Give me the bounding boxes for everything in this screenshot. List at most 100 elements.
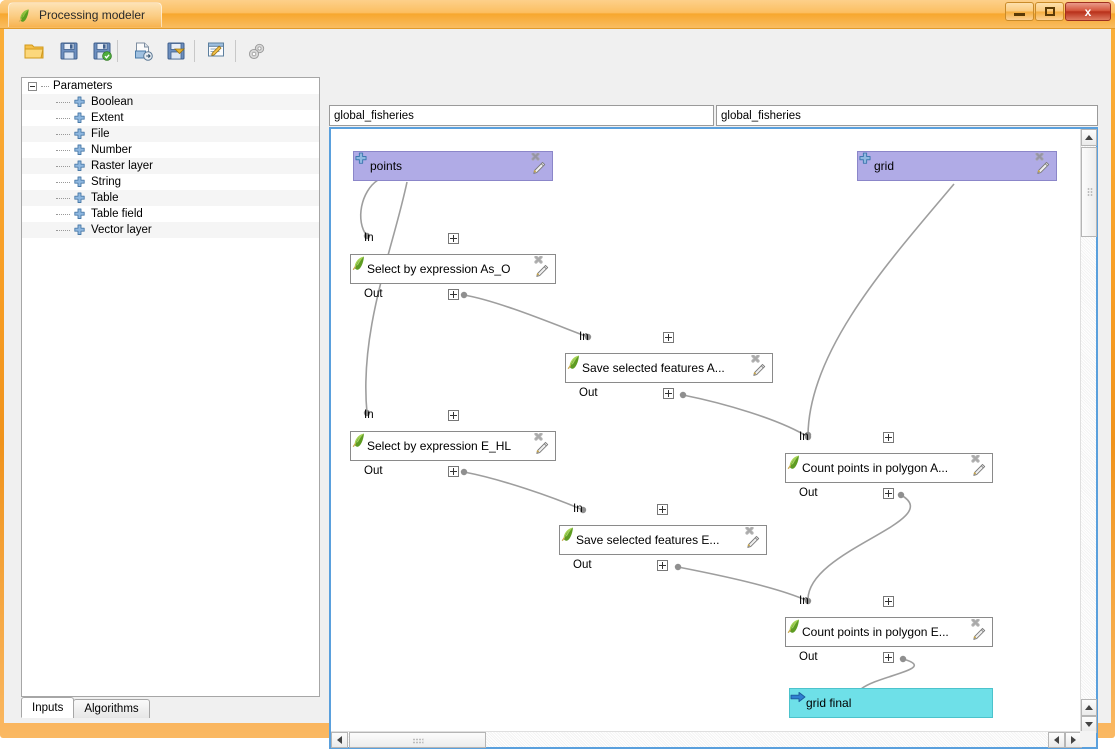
- tree-item-label: Number: [91, 144, 132, 156]
- node-out-expand-box[interactable]: [657, 560, 668, 571]
- client-area: Parameters Boolean Extent File Number Raster …: [4, 29, 1111, 749]
- vertical-scroll-thumb[interactable]: [1081, 147, 1097, 237]
- tab-algorithms[interactable]: Algorithms: [73, 699, 150, 718]
- node-label: Count points in polygon E...: [802, 625, 949, 639]
- node-action-icons[interactable]: [743, 527, 763, 554]
- scroll-grip-h: [412, 738, 423, 744]
- model-group-input[interactable]: global_fisheries: [716, 105, 1098, 126]
- run-model-button[interactable]: [242, 36, 272, 66]
- chevron-down-icon: [1085, 722, 1093, 727]
- node-in-expand-box[interactable]: [448, 233, 459, 244]
- minimize-button[interactable]: [1005, 2, 1034, 21]
- model-name-value: global_fisheries: [334, 109, 414, 122]
- connector-0: [359, 179, 379, 237]
- open-model-button[interactable]: [19, 36, 49, 66]
- tree-item-number[interactable]: Number: [22, 142, 319, 158]
- close-icon: x: [1084, 4, 1092, 19]
- export-script-icon: [167, 42, 185, 60]
- node-label: points: [370, 159, 403, 173]
- toolbar: [4, 29, 1111, 74]
- canvas-node-save-selected-a[interactable]: Save selected features A...: [565, 353, 773, 383]
- export-image-button[interactable]: [128, 36, 158, 66]
- tree-item-label: File: [91, 128, 110, 140]
- canvas-node-grid-final[interactable]: grid final: [789, 688, 993, 718]
- node-in-expand-box[interactable]: [883, 432, 894, 443]
- inputs-tree-panel[interactable]: Parameters Boolean Extent File Number Raster …: [21, 77, 320, 697]
- connector-endpoint: [674, 563, 682, 571]
- scroll-grip: [1087, 187, 1093, 197]
- chevron-right-icon: [1071, 736, 1076, 744]
- canvas-vertical-scrollbar[interactable]: [1080, 129, 1097, 733]
- connector-endpoint: [460, 291, 468, 299]
- tree-item-raster-layer[interactable]: Raster layer: [22, 158, 319, 174]
- canvas-node-grid[interactable]: grid: [857, 151, 1057, 181]
- chevron-up-icon: [1085, 135, 1093, 140]
- canvas-node-count-points-e[interactable]: Count points in polygon E...: [785, 617, 993, 647]
- node-out-expand-box[interactable]: [448, 466, 459, 477]
- node-out-label: Out: [799, 487, 818, 499]
- tab-inputs[interactable]: Inputs: [21, 697, 75, 718]
- tree-root-parameters[interactable]: Parameters: [22, 78, 319, 94]
- tree-guide-line: [56, 197, 70, 199]
- node-label: grid final: [806, 696, 852, 710]
- scroll-left-button-2[interactable]: [1048, 732, 1065, 748]
- node-out-expand-box[interactable]: [883, 652, 894, 663]
- tree-item-vector-layer[interactable]: Vector layer: [22, 222, 319, 238]
- tree-item-string[interactable]: String: [22, 174, 319, 190]
- tree-expander-icon[interactable]: [28, 81, 37, 91]
- node-in-expand-box[interactable]: [663, 332, 674, 343]
- node-out-expand-box[interactable]: [663, 388, 674, 399]
- plus-icon: [73, 176, 86, 189]
- connector-4: [682, 394, 809, 438]
- node-action-icons[interactable]: [1033, 153, 1053, 180]
- node-out-expand-box[interactable]: [448, 289, 459, 300]
- tree-item-table-field[interactable]: Table field: [22, 206, 319, 222]
- node-label: Count points in polygon A...: [802, 461, 949, 475]
- connector-8: [860, 658, 915, 690]
- tree-item-file[interactable]: File: [22, 126, 319, 142]
- node-action-icons[interactable]: [529, 153, 549, 180]
- canvas-node-select-e-hl[interactable]: Select by expression E_HL: [350, 431, 556, 461]
- connector-endpoint: [897, 491, 905, 499]
- horizontal-scroll-thumb[interactable]: [349, 732, 486, 748]
- node-label: Save selected features A...: [582, 361, 725, 375]
- maximize-button[interactable]: [1035, 2, 1064, 21]
- tree-item-label: Table: [91, 192, 119, 204]
- tree-item-boolean[interactable]: Boolean: [22, 94, 319, 110]
- scroll-left-button[interactable]: [331, 732, 348, 748]
- save-model-button[interactable]: [54, 36, 84, 66]
- edit-help-button[interactable]: [202, 36, 232, 66]
- save-icon: [60, 42, 78, 60]
- node-out-label: Out: [364, 465, 383, 477]
- canvas-node-save-selected-e[interactable]: Save selected features E...: [559, 525, 767, 555]
- node-in-expand-box[interactable]: [657, 504, 668, 515]
- model-name-input[interactable]: global_fisheries: [329, 105, 714, 126]
- node-action-icons[interactable]: [532, 256, 552, 283]
- plus-icon: [73, 112, 86, 125]
- save-model-as-button[interactable]: [87, 36, 117, 66]
- tree-item-table[interactable]: Table: [22, 190, 319, 206]
- node-in-expand-box[interactable]: [883, 596, 894, 607]
- export-python-button[interactable]: [161, 36, 191, 66]
- node-action-icons[interactable]: [749, 355, 769, 382]
- connector-3: [463, 471, 584, 511]
- node-in-label: In: [799, 431, 809, 443]
- tab-label: Inputs: [32, 701, 64, 714]
- canvas-horizontal-scrollbar[interactable]: [331, 731, 1082, 748]
- maximize-icon: [1044, 7, 1055, 16]
- close-button[interactable]: x: [1065, 2, 1111, 21]
- open-folder-icon: [24, 44, 44, 59]
- scroll-up-button[interactable]: [1081, 129, 1097, 146]
- canvas-node-points[interactable]: points: [353, 151, 553, 181]
- tree-item-extent[interactable]: Extent: [22, 110, 319, 126]
- canvas-node-select-as-o[interactable]: Select by expression As_O: [350, 254, 556, 284]
- node-action-icons[interactable]: [969, 619, 989, 646]
- qgis-leaf-icon: [17, 8, 32, 23]
- model-canvas[interactable]: points grid In Out Select by expression As_O…: [331, 129, 1082, 733]
- node-action-icons[interactable]: [969, 455, 989, 482]
- node-out-expand-box[interactable]: [883, 488, 894, 499]
- node-in-expand-box[interactable]: [448, 410, 459, 421]
- canvas-node-count-points-a[interactable]: Count points in polygon A...: [785, 453, 993, 483]
- scroll-up-button-2[interactable]: [1081, 699, 1097, 716]
- node-action-icons[interactable]: [532, 433, 552, 460]
